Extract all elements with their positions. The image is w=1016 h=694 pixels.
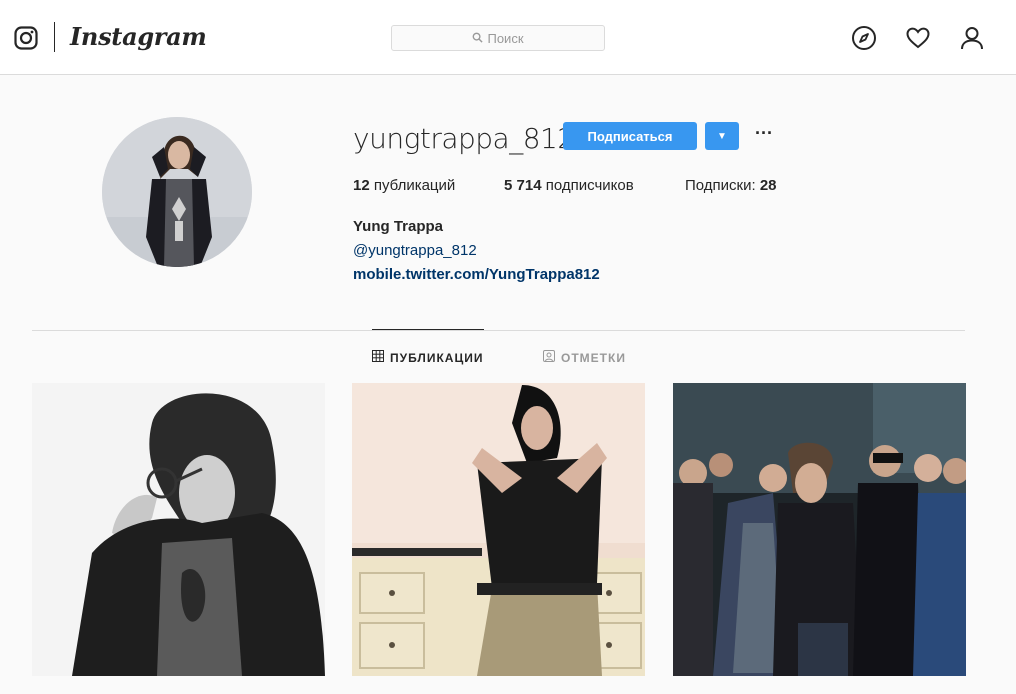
heart-icon[interactable] bbox=[905, 25, 931, 51]
compass-icon[interactable] bbox=[851, 25, 877, 51]
post-thumbnail-2[interactable] bbox=[352, 383, 645, 676]
tab-tagged[interactable]: ОТМЕТКИ bbox=[543, 350, 626, 365]
instagram-glyph-icon[interactable] bbox=[14, 26, 38, 50]
user-icon[interactable] bbox=[959, 25, 985, 51]
profile-avatar[interactable] bbox=[102, 117, 252, 267]
posts-count: 12 bbox=[353, 177, 370, 194]
tab-publications-label: ПУБЛИКАЦИИ bbox=[390, 350, 484, 365]
profile-full-name: Yung Trappa bbox=[353, 218, 444, 235]
following-count: 28 bbox=[759, 177, 777, 194]
active-tab-indicator bbox=[372, 329, 484, 330]
post-thumbnail-3[interactable] bbox=[673, 383, 966, 676]
post-thumbnail-1[interactable] bbox=[32, 383, 325, 676]
followers-label: подписчиков bbox=[545, 177, 634, 194]
search-placeholder: Поиск bbox=[487, 30, 524, 46]
tab-publications[interactable]: ПУБЛИКАЦИИ bbox=[372, 350, 483, 365]
search-input[interactable]: Поиск bbox=[391, 25, 605, 51]
tagged-icon bbox=[543, 350, 555, 365]
grid-icon bbox=[372, 350, 384, 365]
caret-down-icon: ▼ bbox=[717, 130, 727, 142]
tabs-divider bbox=[32, 330, 965, 331]
top-navigation-bar: Instagram Поиск bbox=[0, 0, 1016, 75]
search-icon bbox=[472, 31, 484, 46]
bio-external-link[interactable]: mobile.twitter.com/YungTrappa812 bbox=[353, 266, 600, 283]
following-label: Подписки: bbox=[685, 177, 756, 194]
followers-count-stat[interactable]: 5 714 подписчиков bbox=[504, 177, 634, 194]
ellipsis-icon: ··· bbox=[755, 123, 773, 143]
follow-dropdown-button[interactable]: ▼ bbox=[705, 122, 739, 150]
more-options-button[interactable]: ··· bbox=[752, 122, 776, 150]
profile-username: yungtrappa_812 bbox=[353, 122, 575, 155]
instagram-wordmark[interactable]: Instagram bbox=[70, 22, 207, 51]
tab-tagged-label: ОТМЕТКИ bbox=[561, 350, 626, 365]
follow-button[interactable]: Подписаться bbox=[563, 122, 697, 150]
logo-divider bbox=[54, 22, 55, 52]
posts-label: публикаций bbox=[373, 177, 456, 194]
posts-count-stat: 12 публикаций bbox=[353, 177, 455, 194]
bio-handle-link[interactable]: @yungtrappa_812 bbox=[353, 242, 477, 259]
followers-count: 5 714 bbox=[504, 177, 542, 194]
following-count-stat[interactable]: Подписки: 28 bbox=[685, 177, 777, 194]
